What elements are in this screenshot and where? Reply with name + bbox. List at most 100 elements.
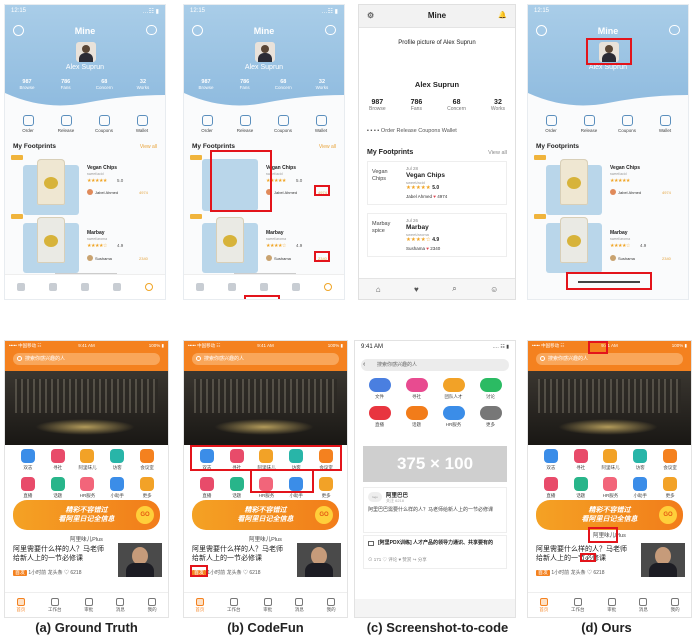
grid-item[interactable]: 话题 [222,477,252,499]
tab-home[interactable]: 首页 [195,597,204,613]
grid-item[interactable]: 话题 [566,477,596,499]
grid-item[interactable]: 更多 [472,406,509,428]
search-tab-icon[interactable] [196,283,204,291]
order-button[interactable]: Order [11,115,45,133]
grid-item[interactable]: 寻社 [566,449,596,471]
grid-item[interactable]: 直播 [361,406,398,428]
product-title[interactable]: Vegan Chips [87,165,117,171]
grid-item[interactable]: 文件 [361,378,398,400]
hero-photo[interactable] [528,371,691,445]
grid-item[interactable]: 阿里味儿 [596,449,626,471]
product-image[interactable] [23,217,79,273]
grid-item[interactable]: 话题 [43,477,73,499]
grid-item[interactable]: 话题 [398,406,435,428]
grid-item[interactable]: 访客 [625,449,655,471]
grid-item[interactable]: 更多 [311,477,341,499]
list-tab-icon[interactable] [292,283,300,291]
article-thumbnail[interactable] [118,543,162,577]
grid-item[interactable]: 会议室 [132,449,162,471]
product-title[interactable]: Vegan Chips [610,165,640,171]
grid-item[interactable]: 寻社 [398,378,435,400]
hero-photo[interactable] [184,371,347,445]
heart-tab-icon[interactable] [49,283,57,291]
post-card[interactable]: [阿里PDX训练] 人才产品的领导力通识、共享要有的 ⊙ 171 ♡ 评论 ♥ … [363,535,507,569]
stat-concern[interactable]: 68 Concern [265,79,301,91]
release-button[interactable]: Release [49,115,83,133]
search-tab-icon[interactable] [17,283,25,291]
user-icon[interactable]: ☺ [490,285,498,294]
wallet-button[interactable]: Wallet [125,115,159,133]
home-icon[interactable]: ⌂ [376,285,381,294]
tab-approval[interactable]: 审批 [607,597,616,613]
grid-item[interactable]: 寻社 [43,449,73,471]
grid-item[interactable]: 双志 [536,449,566,471]
tab-messages[interactable]: 消息 [639,597,648,613]
tab-messages[interactable]: 消息 [295,597,304,613]
list-tab-icon[interactable] [113,283,121,291]
release-button[interactable]: Release [228,115,262,133]
promo-banner[interactable]: 精彩不容错过 看阿里日记全信息 GO [13,500,160,530]
tab-approval[interactable]: 审批 [263,597,272,613]
grid-item[interactable]: HR服务 [435,406,472,428]
grid-item[interactable]: 访客 [102,449,132,471]
product-image[interactable] [23,159,79,215]
avatar[interactable] [76,42,96,62]
heart-icon[interactable]: ♥ [414,285,419,294]
likes-count[interactable]: 4974 [662,190,671,195]
article-title[interactable]: 阿里需要什么样的人？马老师给新人上的一节必修课 [192,545,286,563]
stat-fans[interactable]: 786 Fans [227,79,263,91]
likes-count[interactable]: 2340 [139,256,148,261]
likes-count[interactable]: 4974 [139,190,148,195]
grid-item[interactable]: 更多 [132,477,162,499]
tab-workbench[interactable]: 工作台 [227,597,241,613]
grid-item[interactable]: 直播 [13,477,43,499]
grid-item[interactable]: 阿里味儿 [73,449,103,471]
grid-item[interactable]: 双志 [13,449,43,471]
stat-browse[interactable]: 987 Browse [369,99,386,112]
heart-tab-icon[interactable] [228,283,236,291]
coupons-button[interactable]: Coupons [87,115,121,133]
product-card[interactable]: Vegan Chips Jul 28 Vegan Chips sweet/aci… [367,161,507,205]
avatar[interactable] [255,42,275,62]
tab-mine[interactable]: 我的 [327,597,336,613]
promo-banner[interactable]: 精彩不容错过 看阿里日记全信息 GO [192,500,339,530]
product-title[interactable]: Marbay [87,230,105,236]
tab-home[interactable]: 首页 [539,597,548,613]
stat-works[interactable]: 32 Works [491,99,505,112]
post-card[interactable]: logo 阿里巴巴 关注 6218 阿里巴巴需要什么样的人？马老师给新人上的一节… [363,487,507,533]
search-input[interactable]: 搜索你感兴趣的人 [192,353,339,365]
wallet-button[interactable]: Wallet [648,115,682,133]
view-all-link[interactable]: View all [140,144,157,150]
order-button[interactable]: Order [190,115,224,133]
search-icon[interactable]: ⌕ [452,284,456,294]
article-title[interactable]: 阿里需要什么样的人？马老师给新人上的一节必修课 [13,545,107,563]
grid-item[interactable]: 讨论 [472,378,509,400]
quick-menu[interactable]: ▪ ▪ ▪ ▪ Order Release Coupons Wallet [367,128,457,134]
tab-approval[interactable]: 审批 [84,597,93,613]
user-tab-icon[interactable] [324,283,332,291]
hero-photo[interactable] [5,371,168,445]
bell-icon[interactable]: 🔔 [498,5,507,27]
view-all-link[interactable]: View all [319,144,336,150]
stat-fans[interactable]: 786 Fans [48,79,84,91]
promo-banner[interactable]: 精彩不容错过 看阿里日记全信息 GO [536,500,683,530]
stat-browse[interactable]: 987 Browse [188,79,224,91]
grid-item[interactable]: 直播 [536,477,566,499]
grid-item[interactable]: 团队人才 [435,378,472,400]
view-all-link[interactable]: View all [488,150,507,156]
stat-browse[interactable]: 987 Browse [9,79,45,91]
tab-workbench[interactable]: 工作台 [571,597,585,613]
gear-icon[interactable]: ⚙ [367,5,374,27]
grid-item[interactable]: 小助手 [102,477,132,499]
coupons-button[interactable]: Coupons [610,115,644,133]
grid-item[interactable]: 更多 [655,477,685,499]
grid-item[interactable]: 小助手 [625,477,655,499]
release-button[interactable]: Release [572,115,606,133]
stat-works[interactable]: 32 Works [304,79,340,91]
grid-item[interactable]: HR服务 [596,477,626,499]
search-input[interactable]: 搜索你感兴趣的人 [13,353,160,365]
article-thumbnail[interactable] [297,543,341,577]
product-image[interactable] [546,217,602,273]
product-title[interactable]: Marbay [610,230,628,236]
tab-mine[interactable]: 我的 [148,597,157,613]
